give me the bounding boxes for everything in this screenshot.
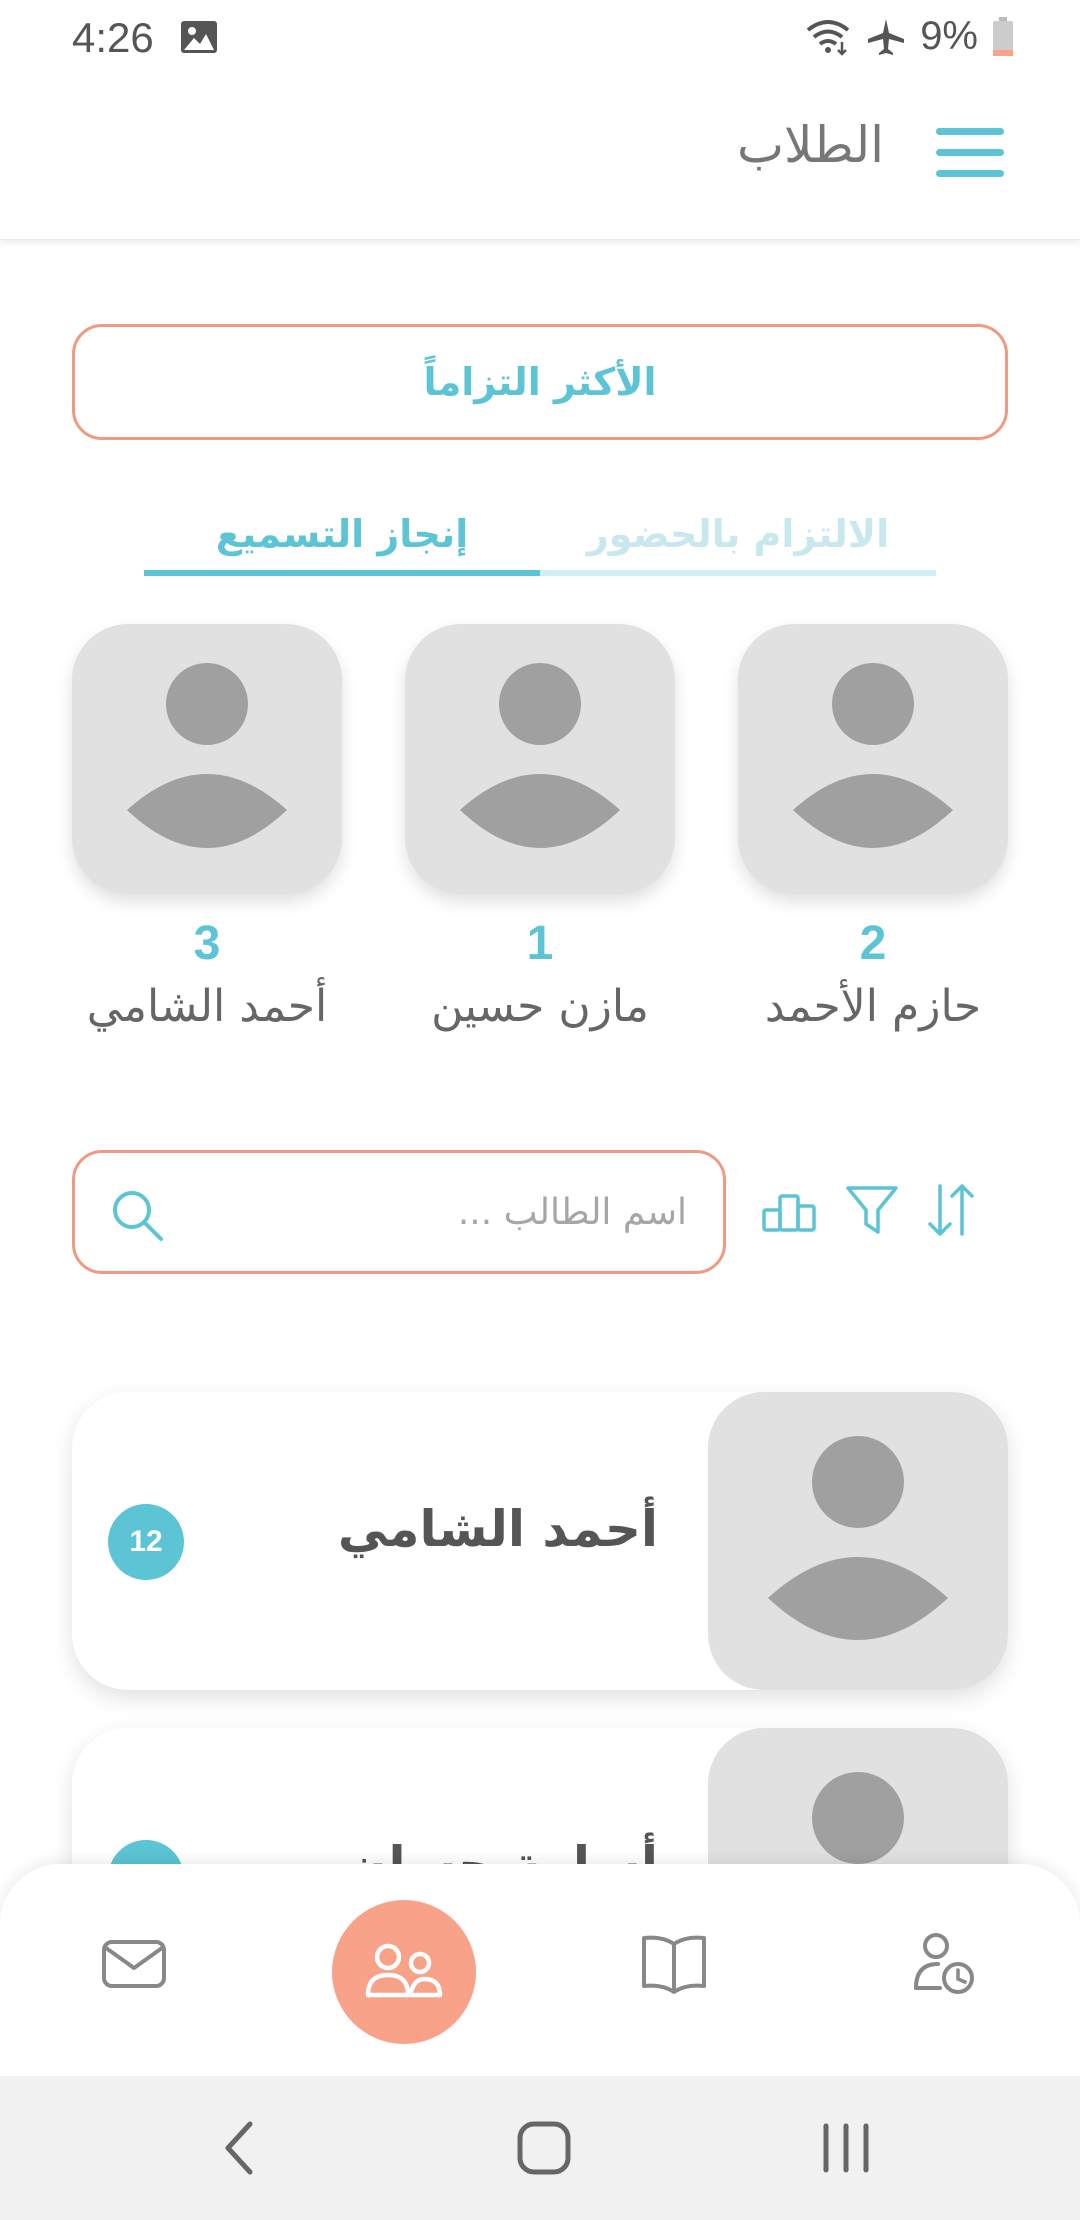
search-box [72, 1150, 726, 1274]
person-icon [460, 663, 620, 848]
student-name: أحمد الشامي [337, 1500, 658, 1558]
battery-icon [993, 16, 1013, 56]
search-input[interactable] [207, 1179, 687, 1245]
leader-item[interactable]: 3 أحمد الشامي [72, 624, 342, 1032]
count-badge: 12 [108, 1504, 184, 1580]
system-nav-bar [0, 2076, 1080, 2220]
leader-item[interactable]: 1 مازن حسين [405, 624, 675, 1032]
book-icon[interactable] [634, 1924, 714, 2004]
bottom-nav [0, 1864, 1080, 2076]
tab-recitation-achievement[interactable]: إنجاز التسميع [144, 492, 540, 576]
person-icon [793, 663, 953, 848]
leader-rank: 3 [193, 917, 221, 970]
most-committed-button[interactable]: الأكثر التزاماً [72, 324, 1008, 440]
page-title: الطلاب [736, 116, 884, 174]
menu-icon[interactable] [936, 128, 1004, 186]
filter-icon[interactable] [842, 1180, 902, 1240]
tab-attendance-commitment[interactable]: الالتزام بالحضور [540, 492, 936, 576]
students-nav-button[interactable] [332, 1900, 476, 2044]
search-icon[interactable] [109, 1187, 165, 1243]
tabs: إنجاز التسميع الالتزام بالحضور [144, 492, 936, 576]
wifi-icon [806, 19, 850, 56]
mail-icon[interactable] [94, 1924, 174, 2004]
person-icon [127, 663, 287, 848]
person-icon [768, 1436, 948, 1640]
leader-item[interactable]: 2 حازم الأحمد [738, 624, 1008, 1032]
leaders-podium: 3 أحمد الشامي 1 مازن حسين 2 حازم الأحمد [0, 624, 1080, 1064]
app-bar: الطلاب [0, 76, 1080, 240]
avatar [708, 1392, 1008, 1690]
leader-name: حازم الأحمد [764, 981, 982, 1032]
battery-text: 9% [920, 14, 978, 58]
attendance-icon[interactable] [904, 1924, 984, 2004]
home-icon[interactable] [512, 2116, 576, 2180]
back-icon[interactable] [210, 2116, 274, 2180]
avatar [405, 624, 675, 894]
avatar [72, 624, 342, 894]
recents-icon[interactable] [814, 2116, 878, 2180]
leader-rank: 1 [526, 917, 554, 970]
status-bar: 4:26 9% [0, 0, 1080, 76]
airplane-icon [868, 18, 905, 55]
students-icon [365, 1943, 443, 1998]
podium-icon[interactable] [760, 1180, 820, 1240]
leader-rank: 2 [859, 917, 887, 970]
status-time: 4:26 [72, 14, 154, 61]
avatar [738, 624, 1008, 894]
leader-name: مازن حسين [431, 981, 649, 1032]
student-card[interactable]: أحمد الشامي 12 [72, 1392, 1008, 1690]
sort-icon[interactable] [920, 1180, 980, 1240]
image-icon [181, 21, 217, 53]
status-icons: 9% [804, 14, 1014, 59]
leader-name: أحمد الشامي [86, 981, 328, 1032]
